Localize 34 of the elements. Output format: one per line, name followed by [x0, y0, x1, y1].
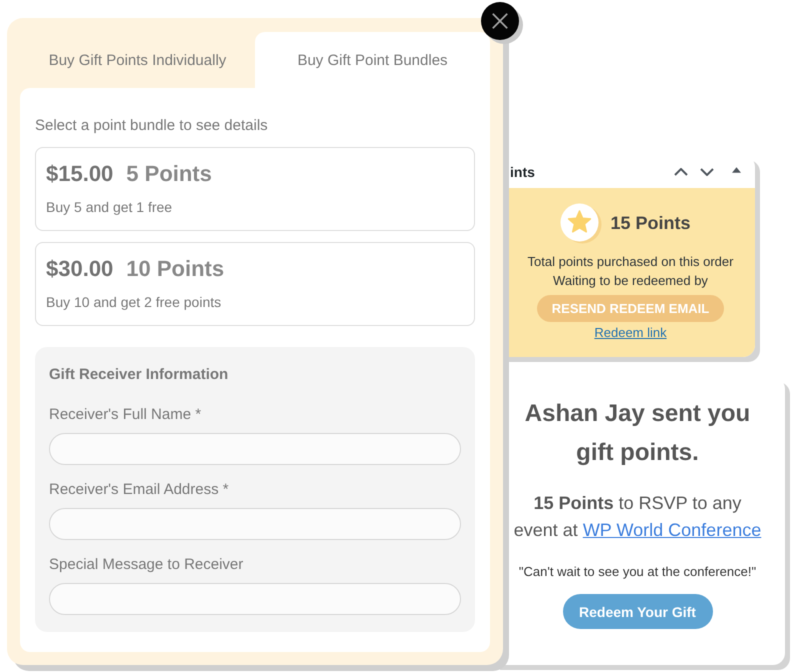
points-summary-text: Total points purchased on this order	[528, 253, 734, 271]
input-field[interactable]	[49, 433, 461, 465]
redeem-gift-button[interactable]: Redeem Your Gift	[562, 594, 712, 629]
points-total: 15 Points	[610, 212, 691, 234]
bundle-price: $30.00	[46, 256, 114, 282]
field-label: Receiver's Email Address *	[49, 480, 230, 500]
bundle-option[interactable]: $30.00 10 Points Buy 10 and get 2 free points	[35, 242, 475, 326]
chevron-up-icon[interactable]	[674, 168, 688, 176]
instruction-text: Select a point bundle to see details	[35, 116, 269, 136]
input-field[interactable]	[49, 583, 461, 615]
panel-title: ints	[510, 164, 535, 180]
gift-message: 15 Points to RSVP to any event at WP World Conference	[512, 492, 762, 542]
star-icon	[560, 202, 602, 244]
bundle-points: 10 Points	[126, 256, 224, 282]
bundle-description: Buy 10 and get 2 free points	[46, 293, 222, 312]
tab[interactable]: Buy Gift Points Individually	[20, 32, 255, 88]
bundle-points: 5 Points	[126, 161, 212, 187]
field-label: Special Message to Receiver	[49, 555, 244, 575]
form-title: Gift Receiver Information	[49, 365, 230, 385]
chevron-down-icon[interactable]	[700, 168, 714, 176]
tab[interactable]: Buy Gift Point Bundles	[255, 32, 490, 88]
bundle-price: $15.00	[46, 161, 114, 187]
triangle-up-icon[interactable]	[732, 167, 741, 173]
redeem-status-text: Waiting to be redeemed by	[553, 272, 708, 290]
bundle-description: Buy 5 and get 1 free	[46, 198, 174, 217]
redeem-link[interactable]: Redeem link	[594, 323, 667, 342]
field-label: Receiver's Full Name *	[49, 405, 202, 425]
conference-link[interactable]: WP World Conference	[582, 520, 762, 540]
input-field[interactable]	[49, 508, 461, 540]
bundle-option[interactable]: $15.00 5 Points Buy 5 and get 1 free	[35, 147, 475, 231]
gift-quote: "Can't wait to see you at the conference!"	[518, 563, 756, 581]
email-heading: Ashan Jay sent you gift points.	[524, 399, 752, 468]
close-icon	[491, 12, 509, 30]
close-button[interactable]	[481, 2, 519, 40]
